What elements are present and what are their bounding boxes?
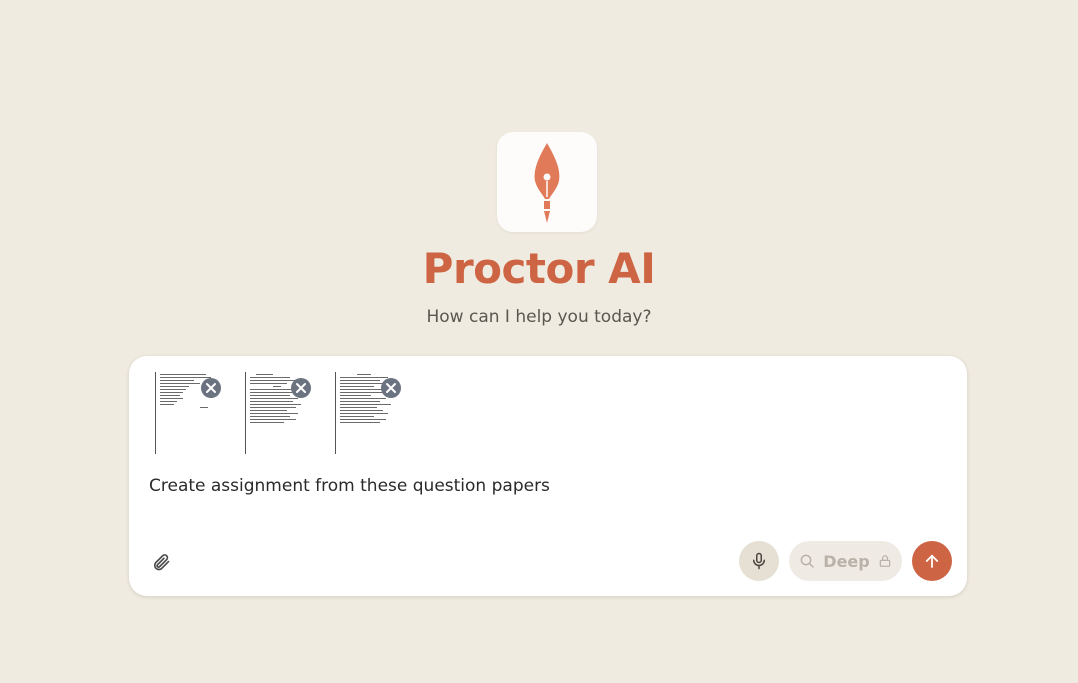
paperclip-icon <box>153 554 170 571</box>
close-icon <box>296 383 306 393</box>
remove-attachment-button[interactable] <box>381 378 401 398</box>
attachment-thumbnail[interactable] <box>155 372 221 454</box>
attachment-list <box>155 372 401 454</box>
prompt-input[interactable]: Create assignment from these question pa… <box>149 476 550 496</box>
deep-search-button[interactable]: Deep <box>789 541 902 581</box>
app-logo <box>497 132 597 232</box>
remove-attachment-button[interactable] <box>291 378 311 398</box>
arrow-up-icon <box>925 554 939 568</box>
close-icon <box>206 383 216 393</box>
microphone-button[interactable] <box>739 541 779 581</box>
lock-icon <box>879 555 891 567</box>
app-subtitle: How can I help you today? <box>426 307 652 327</box>
attach-button[interactable] <box>149 550 173 574</box>
remove-attachment-button[interactable] <box>201 378 221 398</box>
attachment-thumbnail[interactable] <box>245 372 311 454</box>
pen-nib-icon <box>534 143 560 223</box>
chat-composer: Create assignment from these question pa… <box>129 356 967 596</box>
send-button[interactable] <box>912 541 952 581</box>
microphone-icon <box>753 552 765 570</box>
search-icon <box>800 554 815 568</box>
close-icon <box>386 383 396 393</box>
deep-search-label: Deep <box>823 551 870 571</box>
attachment-thumbnail[interactable] <box>335 372 401 454</box>
app-title: Proctor AI <box>422 244 656 293</box>
